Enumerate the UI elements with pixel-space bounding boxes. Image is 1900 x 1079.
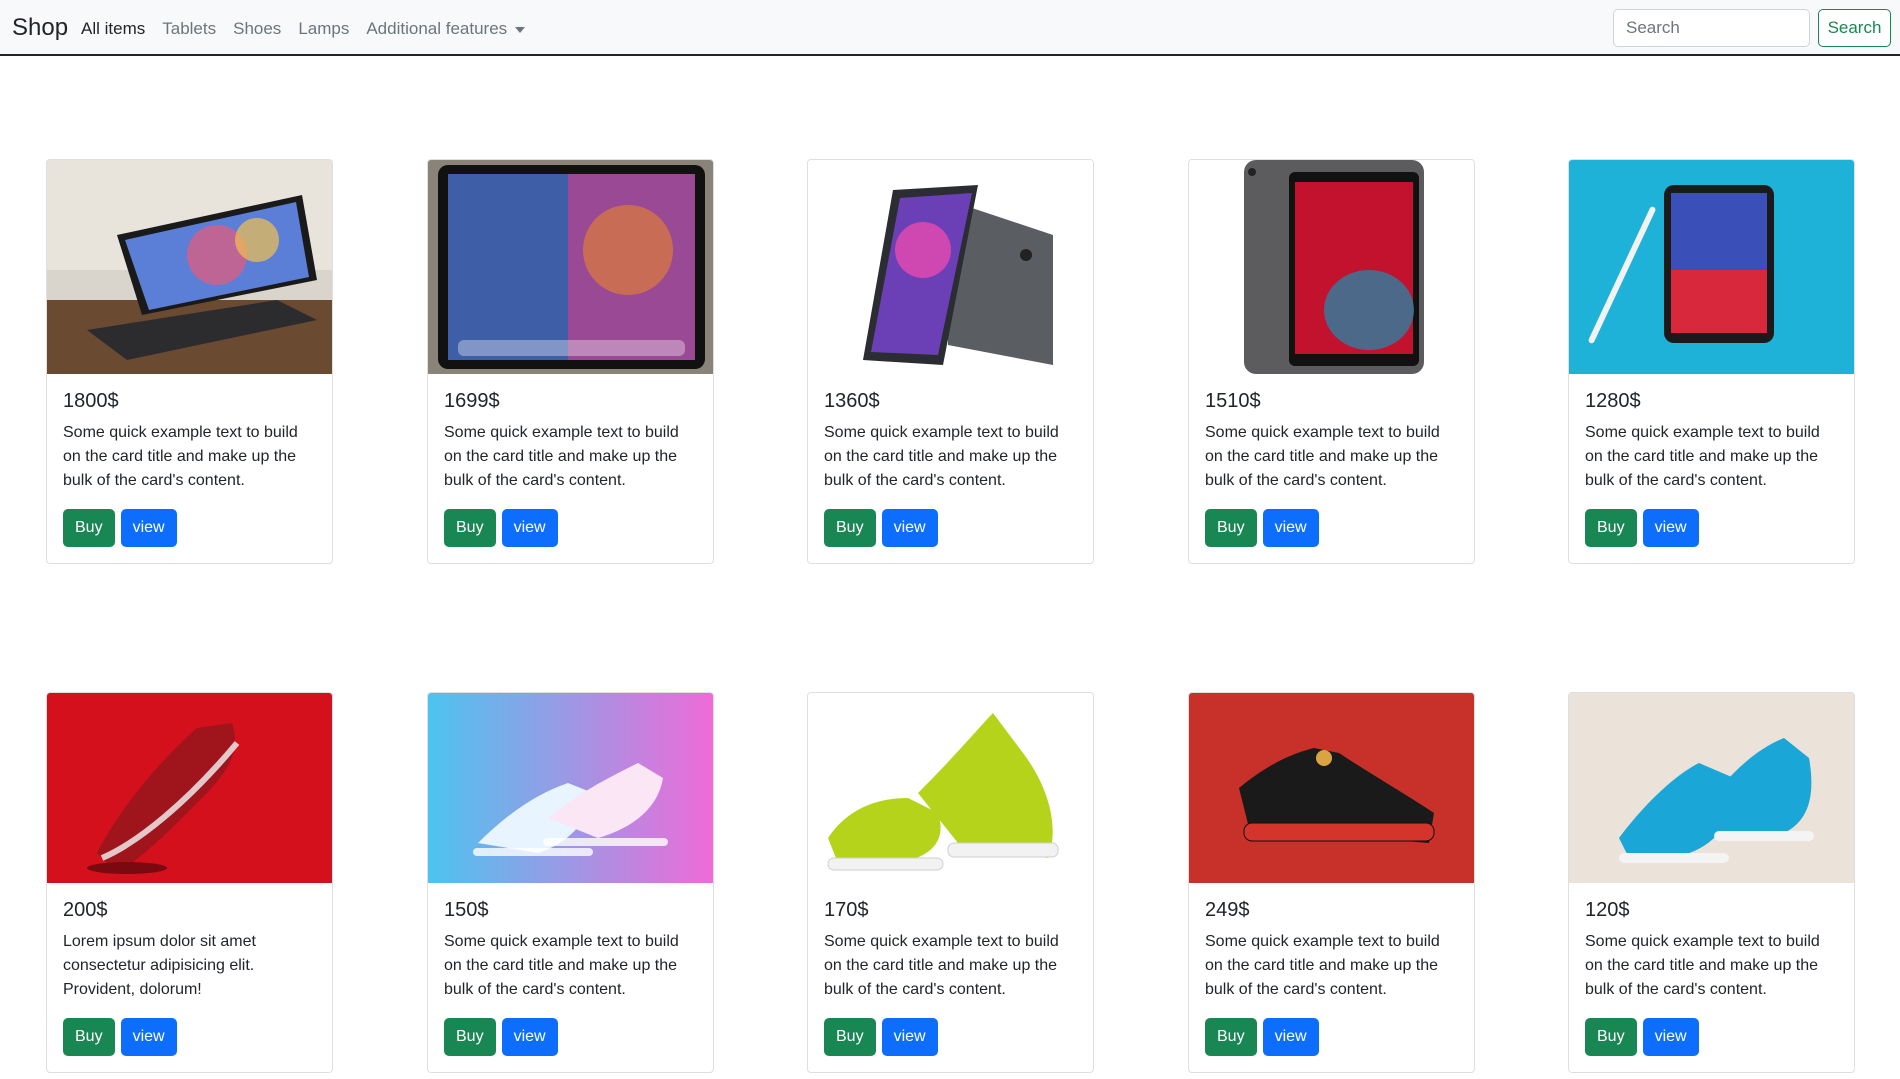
product-price: 1280$ (1585, 390, 1641, 412)
product-description: Some quick example text to build on the … (63, 424, 298, 489)
view-button[interactable]: view (120, 509, 177, 547)
black-sneaker-image[interactable] (1189, 693, 1474, 883)
nav-additional-features-label: Additional features (366, 19, 508, 38)
product-description: Some quick example text to build on the … (1585, 424, 1820, 489)
buy-button[interactable]: Buy (444, 1018, 496, 1056)
product-card: 1360$ Some quick example text to build o… (807, 159, 1094, 564)
buy-button[interactable]: Buy (824, 509, 876, 547)
product-price: 120$ (1585, 899, 1630, 921)
product-price: 150$ (444, 899, 489, 921)
tablet-screen-image[interactable] (428, 160, 713, 374)
view-button[interactable]: view (881, 1018, 938, 1056)
product-description: Some quick example text to build on the … (444, 933, 679, 998)
product-price: 249$ (1205, 899, 1250, 921)
product-card: 150$ Some quick example text to build on… (427, 692, 714, 1073)
card-body: 1800$ Some quick example text to build o… (47, 374, 332, 563)
tablet-keyboard-image[interactable] (47, 160, 332, 374)
buy-button[interactable]: Buy (444, 509, 496, 547)
card-body: 200$ Lorem ipsum dolor sit amet consecte… (47, 883, 332, 1072)
lime-sneakers-image[interactable] (808, 693, 1093, 883)
product-description: Some quick example text to build on the … (824, 424, 1059, 489)
product-description: Some quick example text to build on the … (1205, 933, 1440, 998)
view-button[interactable]: view (1262, 1018, 1319, 1056)
product-card: 249$ Some quick example text to build on… (1188, 692, 1475, 1073)
product-card: 1280$ Some quick example text to build o… (1568, 159, 1855, 564)
card-body: 1699$ Some quick example text to build o… (428, 374, 713, 563)
view-button[interactable]: view (120, 1018, 177, 1056)
card-body: 1510$ Some quick example text to build o… (1189, 374, 1474, 563)
buy-button[interactable]: Buy (1585, 1018, 1637, 1056)
chevron-down-icon (515, 26, 526, 33)
product-description: Some quick example text to build on the … (1205, 424, 1440, 489)
view-button[interactable]: view (1642, 1018, 1699, 1056)
search-button[interactable]: Search (1818, 9, 1891, 47)
product-description: Lorem ipsum dolor sit amet consectetur a… (63, 933, 256, 998)
tablet-side-image[interactable] (808, 160, 1093, 374)
neon-sneakers-image[interactable] (428, 693, 713, 883)
red-sneaker-image[interactable] (47, 693, 332, 883)
nav-links: All items Tablets Shoes Lamps Additional… (81, 19, 526, 39)
buy-button[interactable]: Buy (1205, 1018, 1257, 1056)
navbar: Shop All items Tablets Shoes Lamps Addit… (0, 0, 1900, 56)
product-description: Some quick example text to build on the … (1585, 933, 1820, 998)
product-description: Some quick example text to build on the … (444, 424, 679, 489)
product-card: 200$ Lorem ipsum dolor sit amet consecte… (46, 692, 333, 1073)
nav-lamps[interactable]: Lamps (298, 19, 349, 39)
view-button[interactable]: view (501, 1018, 558, 1056)
view-button[interactable]: view (881, 509, 938, 547)
product-card: 170$ Some quick example text to build on… (807, 692, 1094, 1073)
product-card: 1800$ Some quick example text to build o… (46, 159, 333, 564)
card-body: 150$ Some quick example text to build on… (428, 883, 713, 1072)
tablet-front-image[interactable] (1189, 160, 1474, 374)
product-price: 1699$ (444, 390, 500, 412)
product-price: 1800$ (63, 390, 119, 412)
card-body: 120$ Some quick example text to build on… (1569, 883, 1854, 1072)
card-body: 249$ Some quick example text to build on… (1189, 883, 1474, 1072)
tablet-pencil-image[interactable] (1569, 160, 1854, 374)
buy-button[interactable]: Buy (1585, 509, 1637, 547)
view-button[interactable]: view (501, 509, 558, 547)
nav-additional-features[interactable]: Additional features (366, 19, 526, 39)
buy-button[interactable]: Buy (824, 1018, 876, 1056)
nav-all-items[interactable]: All items (81, 19, 145, 39)
brand-logo[interactable]: Shop (12, 14, 68, 42)
product-price: 200$ (63, 899, 108, 921)
product-card: 1699$ Some quick example text to build o… (427, 159, 714, 564)
nav-shoes[interactable]: Shoes (233, 19, 281, 39)
buy-button[interactable]: Buy (63, 1018, 115, 1056)
product-price: 170$ (824, 899, 869, 921)
view-button[interactable]: view (1262, 509, 1319, 547)
card-body: 170$ Some quick example text to build on… (808, 883, 1093, 1072)
product-card: 120$ Some quick example text to build on… (1568, 692, 1855, 1073)
product-description: Some quick example text to build on the … (824, 933, 1059, 998)
card-body: 1360$ Some quick example text to build o… (808, 374, 1093, 563)
buy-button[interactable]: Buy (63, 509, 115, 547)
blue-sneakers-image[interactable] (1569, 693, 1854, 883)
product-card: 1510$ Some quick example text to build o… (1188, 159, 1475, 564)
product-price: 1510$ (1205, 390, 1261, 412)
search-input[interactable] (1613, 9, 1810, 47)
product-price: 1360$ (824, 390, 880, 412)
view-button[interactable]: view (1642, 509, 1699, 547)
buy-button[interactable]: Buy (1205, 509, 1257, 547)
card-body: 1280$ Some quick example text to build o… (1569, 374, 1854, 563)
nav-tablets[interactable]: Tablets (162, 19, 216, 39)
